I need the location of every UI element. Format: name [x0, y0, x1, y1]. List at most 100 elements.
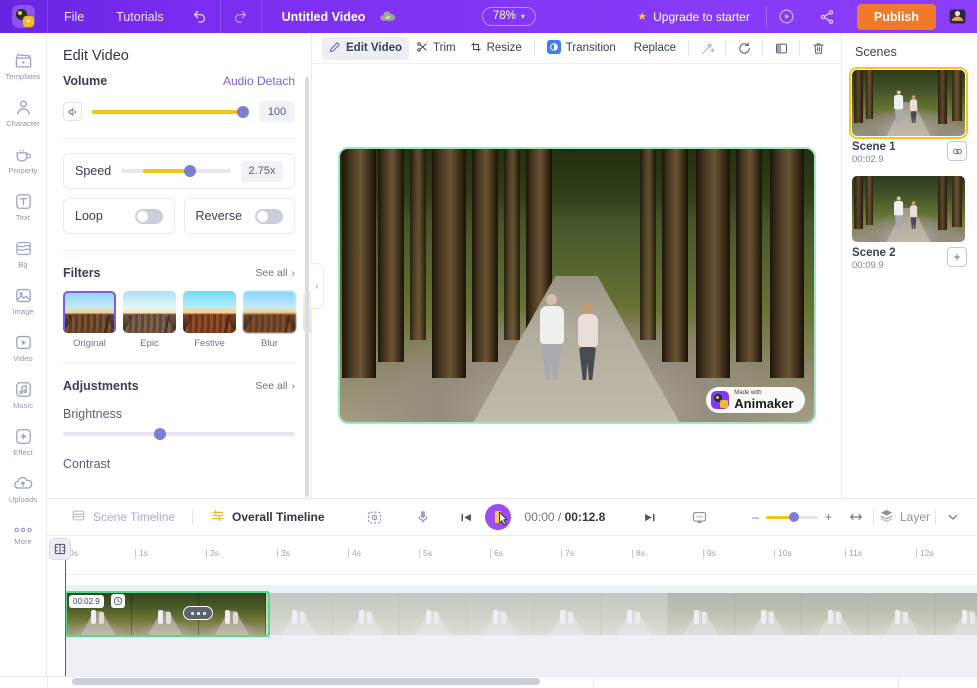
- scene-thumbnail[interactable]: [849, 67, 968, 139]
- sidebar-item-text[interactable]: Text: [0, 183, 47, 230]
- link-scenes-icon[interactable]: [947, 141, 967, 161]
- sidebar-label: Templates: [5, 71, 41, 81]
- undo-icon[interactable]: [180, 0, 220, 33]
- loop-control[interactable]: Loop: [63, 198, 175, 234]
- filter-festive[interactable]: Festive: [183, 291, 236, 349]
- scene-thumbnail[interactable]: [852, 176, 965, 242]
- sidebar-item-more[interactable]: More: [0, 512, 47, 559]
- speed-slider[interactable]: [121, 165, 231, 177]
- clip-frame-inactive[interactable]: [467, 593, 534, 635]
- clip-frame-inactive[interactable]: [802, 593, 869, 635]
- sidebar-item-image[interactable]: Image: [0, 277, 47, 324]
- sidebar-item-effect[interactable]: Effect: [0, 418, 47, 465]
- clip-frame-inactive[interactable]: [534, 593, 601, 635]
- clip-frame-inactive[interactable]: [668, 593, 735, 635]
- loop-toggle[interactable]: [134, 208, 163, 224]
- subtitle-icon[interactable]: [687, 505, 711, 529]
- zoom-out-button[interactable]: –: [752, 510, 759, 524]
- tool-trim[interactable]: Trim: [409, 37, 463, 60]
- zoom-in-button[interactable]: +: [825, 510, 832, 524]
- sidebar-item-character[interactable]: Character: [0, 89, 47, 136]
- skip-previous-icon[interactable]: [455, 505, 479, 529]
- speaker-icon[interactable]: [63, 102, 82, 121]
- clip-duration-badge: 00:02.9: [69, 595, 104, 608]
- sidebar-item-uploads[interactable]: Uploads: [0, 465, 47, 512]
- publish-button[interactable]: Publish: [856, 3, 937, 30]
- adjustments-see-all[interactable]: See all ›: [255, 380, 295, 392]
- timeline-zoom-slider[interactable]: [765, 512, 818, 522]
- sidebar-item-bg[interactable]: Bg: [0, 230, 47, 277]
- sidebar-item-property[interactable]: Property: [0, 136, 47, 183]
- filters-list[interactable]: Original Epic Festive Blur: [47, 280, 311, 349]
- audio-detach-link[interactable]: Audio Detach: [223, 74, 295, 88]
- tool-transition[interactable]: Transition: [540, 36, 623, 61]
- play-button[interactable]: [484, 504, 511, 530]
- brightness-slider[interactable]: [63, 428, 295, 440]
- tool-replace[interactable]: Replace: [627, 38, 683, 58]
- reverse-control[interactable]: Reverse: [183, 198, 295, 234]
- fit-width-icon[interactable]: [844, 505, 868, 529]
- ruler-tick: 3s: [277, 549, 290, 558]
- microphone-icon[interactable]: [411, 505, 435, 529]
- timeline-horizontal-scrollbar[interactable]: [72, 678, 540, 685]
- reverse-toggle[interactable]: [255, 208, 283, 224]
- sidebar-item-music[interactable]: Music: [0, 371, 47, 418]
- video-preview[interactable]: Made with Animaker: [337, 147, 816, 424]
- project-title[interactable]: Untitled Video: [262, 0, 380, 33]
- clip-frame-inactive[interactable]: [400, 593, 467, 635]
- snap-to-grid-icon[interactable]: [49, 538, 71, 560]
- sidebar-label: Text: [15, 212, 31, 222]
- magic-wand-icon[interactable]: [694, 37, 720, 59]
- timeline-playhead[interactable]: [59, 544, 71, 676]
- rotate-icon[interactable]: [731, 37, 757, 59]
- filters-see-all[interactable]: See all ›: [255, 267, 295, 279]
- focus-target-icon[interactable]: [363, 505, 387, 529]
- upgrade-button[interactable]: ★ Upgrade to starter: [621, 10, 766, 24]
- collapse-panel-button[interactable]: ‹: [311, 262, 324, 309]
- layer-button[interactable]: Layer: [879, 508, 930, 526]
- trash-icon[interactable]: [805, 37, 831, 59]
- tab-scene-timeline[interactable]: Scene Timeline: [59, 508, 187, 526]
- clock-icon[interactable]: [111, 594, 125, 608]
- volume-value[interactable]: 100: [259, 101, 295, 122]
- volume-slider-knob[interactable]: [236, 105, 249, 118]
- clip-frame-inactive[interactable]: [735, 593, 802, 635]
- zoom-slider-knob[interactable]: [788, 512, 799, 522]
- add-scene-icon[interactable]: +: [947, 247, 967, 267]
- panel-scrollbar[interactable]: [305, 77, 309, 497]
- filter-original[interactable]: Original: [63, 291, 116, 349]
- scene-card-2[interactable]: Scene 2 00:09.9 +: [852, 176, 967, 271]
- redo-icon[interactable]: [221, 0, 261, 33]
- menu-file[interactable]: File: [48, 0, 100, 33]
- scene-card-1[interactable]: Scene 1 00:02.9: [849, 67, 968, 165]
- clip-frame-inactive[interactable]: [266, 593, 333, 635]
- menu-tutorials[interactable]: Tutorials: [100, 0, 179, 33]
- background-layers-icon: [14, 239, 33, 258]
- contrast-label: Contrast: [63, 457, 111, 471]
- skip-next-icon[interactable]: [637, 505, 661, 529]
- chevron-down-icon[interactable]: [941, 505, 965, 529]
- tool-edit-video[interactable]: Edit Video: [322, 36, 410, 60]
- clip-frame-inactive[interactable]: [936, 593, 977, 635]
- clip-frame-inactive[interactable]: [869, 593, 936, 635]
- speed-slider-knob[interactable]: [184, 165, 197, 177]
- filter-blur[interactable]: Blur: [243, 291, 296, 349]
- filter-epic[interactable]: Epic: [123, 291, 176, 349]
- speed-value[interactable]: 2.75x: [241, 160, 283, 182]
- share-icon[interactable]: [807, 0, 847, 33]
- clip-frame-inactive[interactable]: [601, 593, 668, 635]
- tool-resize[interactable]: Resize: [463, 37, 529, 60]
- sidebar-item-video[interactable]: Video: [0, 324, 47, 371]
- ruler-tick: 1s: [135, 549, 148, 558]
- sidebar-item-templates[interactable]: Templates: [0, 42, 47, 89]
- clip-frame-inactive[interactable]: [333, 593, 400, 635]
- play-preview-icon[interactable]: [767, 0, 807, 33]
- tab-overall-timeline[interactable]: Overall Timeline: [198, 508, 337, 526]
- app-logo[interactable]: [0, 0, 47, 33]
- timeline-ruler[interactable]: 0s 1s 2s 3s 4s 5s 6s 7s 8s 9s 10s 11s 12…: [65, 549, 977, 575]
- user-avatar-icon[interactable]: [946, 6, 968, 28]
- flip-icon[interactable]: [768, 37, 794, 59]
- clip-options-icon[interactable]: [183, 606, 213, 620]
- volume-slider[interactable]: [92, 105, 249, 118]
- zoom-level-selector[interactable]: 78% ▾: [481, 7, 536, 26]
